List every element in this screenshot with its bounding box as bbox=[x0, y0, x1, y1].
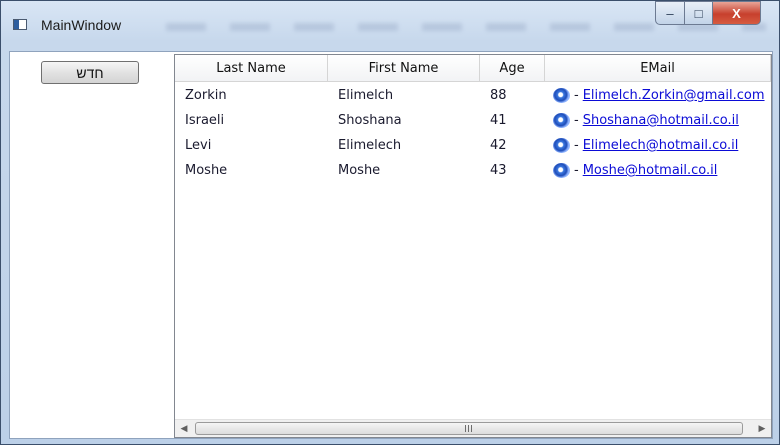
window-icon[interactable] bbox=[13, 19, 27, 30]
cell-age[interactable]: 43 bbox=[480, 163, 545, 178]
window-title: MainWindow bbox=[41, 17, 122, 33]
cell-age[interactable]: 41 bbox=[480, 113, 545, 128]
ie-globe-icon bbox=[553, 163, 570, 178]
scrollbar-thumb[interactable] bbox=[195, 422, 743, 435]
cell-age[interactable]: 88 bbox=[480, 88, 545, 103]
grid-header: Last Name First Name Age EMail bbox=[175, 55, 771, 82]
cell-email[interactable]: - Elimelech@hotmail.co.il bbox=[545, 138, 771, 153]
column-header-last-name[interactable]: Last Name bbox=[175, 55, 328, 82]
email-link[interactable]: Elimelech@hotmail.co.il bbox=[583, 138, 739, 153]
maximize-button[interactable]: □ bbox=[685, 1, 713, 25]
table-row[interactable]: Israeli Shoshana 41 - Shoshana@hotmail.c… bbox=[175, 108, 771, 133]
ie-globe-icon bbox=[553, 113, 570, 128]
cell-first-name[interactable]: Shoshana bbox=[328, 113, 480, 128]
email-separator: - bbox=[574, 138, 579, 153]
email-link[interactable]: Moshe@hotmail.co.il bbox=[583, 163, 718, 178]
cell-first-name[interactable]: Elimelch bbox=[328, 88, 480, 103]
scroll-right-arrow-icon[interactable]: ▶ bbox=[753, 420, 771, 437]
title-bar[interactable]: MainWindow – □ X bbox=[1, 1, 779, 51]
horizontal-scrollbar[interactable]: ◀ ▶ bbox=[175, 419, 771, 437]
email-separator: - bbox=[574, 163, 579, 178]
cell-email[interactable]: - Moshe@hotmail.co.il bbox=[545, 163, 771, 178]
close-button[interactable]: X bbox=[713, 1, 761, 25]
table-row[interactable]: Zorkin Elimelch 88 - Elimelch.Zorkin@gma… bbox=[175, 83, 771, 108]
cell-email[interactable]: - Shoshana@hotmail.co.il bbox=[545, 113, 771, 128]
cell-age[interactable]: 42 bbox=[480, 138, 545, 153]
table-row[interactable]: Moshe Moshe 43 - Moshe@hotmail.co.il bbox=[175, 158, 771, 183]
email-link[interactable]: Elimelch.Zorkin@gmail.com bbox=[583, 88, 765, 103]
cell-last-name[interactable]: Zorkin bbox=[175, 88, 328, 103]
email-separator: - bbox=[574, 113, 579, 128]
minimize-button[interactable]: – bbox=[655, 1, 685, 25]
contacts-datagrid[interactable]: Last Name First Name Age EMail Zorkin El… bbox=[174, 54, 772, 438]
grip-icon bbox=[465, 425, 473, 432]
scroll-left-arrow-icon[interactable]: ◀ bbox=[175, 420, 193, 437]
ie-globe-icon bbox=[553, 88, 570, 103]
column-header-email[interactable]: EMail bbox=[545, 55, 771, 82]
cell-first-name[interactable]: Moshe bbox=[328, 163, 480, 178]
email-separator: - bbox=[574, 88, 579, 103]
cell-last-name[interactable]: Israeli bbox=[175, 113, 328, 128]
cell-last-name[interactable]: Levi bbox=[175, 138, 328, 153]
ie-globe-icon bbox=[553, 138, 570, 153]
cell-last-name[interactable]: Moshe bbox=[175, 163, 328, 178]
email-link[interactable]: Shoshana@hotmail.co.il bbox=[583, 113, 739, 128]
client-area: חדש Last Name First Name Age EMail Zorki… bbox=[9, 51, 773, 439]
cell-first-name[interactable]: Elimelech bbox=[328, 138, 480, 153]
new-button[interactable]: חדש bbox=[41, 61, 139, 84]
main-window: MainWindow – □ X חדש Last Name First Nam… bbox=[0, 0, 780, 445]
grid-rows: Zorkin Elimelch 88 - Elimelch.Zorkin@gma… bbox=[175, 83, 771, 183]
column-header-first-name[interactable]: First Name bbox=[328, 55, 480, 82]
column-header-age[interactable]: Age bbox=[480, 55, 545, 82]
cell-email[interactable]: - Elimelch.Zorkin@gmail.com bbox=[545, 88, 771, 103]
table-row[interactable]: Levi Elimelech 42 - Elimelech@hotmail.co… bbox=[175, 133, 771, 158]
caption-buttons: – □ X bbox=[655, 1, 771, 27]
